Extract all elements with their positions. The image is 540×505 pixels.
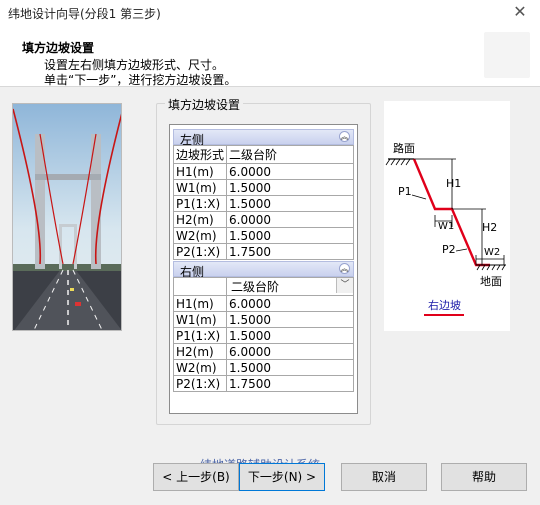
table-row[interactable]: P1(1:X) 1.5000 — [173, 327, 354, 344]
collapse-icon[interactable]: ︽ — [339, 131, 350, 142]
p1-label: P1 — [398, 185, 412, 198]
slope-form-dropdown[interactable]: 二级台阶 ﹀ — [226, 277, 354, 296]
h1-label: H1 — [446, 177, 461, 190]
table-row[interactable]: H2(m) 6.0000 — [172, 211, 354, 228]
slope-diagram: 路面 H1 H2 W1 W2 P1 P2 地面 右边坡 — [384, 101, 510, 331]
slope-form-label: 边坡形式 — [172, 145, 228, 164]
table-row[interactable]: 边坡形式 二级台阶 — [172, 145, 354, 164]
section-left[interactable]: 左侧 ︽ — [173, 129, 354, 147]
param-key: W2(m) — [173, 359, 227, 376]
param-value[interactable]: 1.5000 — [226, 359, 354, 376]
table-row[interactable]: H1(m) 6.0000 — [172, 163, 354, 180]
param-key: W1(m) — [173, 311, 227, 328]
param-key: H2(m) — [172, 211, 228, 228]
diagram-caption: 右边坡 — [428, 298, 461, 312]
left-table: 边坡形式 二级台阶 H1(m) 6.0000 W1(m) 1.5000 P1(1:X… — [172, 145, 354, 260]
param-key: H1(m) — [172, 163, 228, 180]
close-icon[interactable]: ✕ — [510, 2, 530, 21]
table-row[interactable]: P1(1:X) 1.5000 — [172, 195, 354, 212]
property-grid[interactable]: 左侧 ︽ 边坡形式 二级台阶 H1(m) 6.0000 W1(m) 1.5000 P… — [169, 124, 358, 414]
param-key: W1(m) — [172, 179, 228, 196]
param-value[interactable]: 6.0000 — [226, 163, 354, 180]
param-value[interactable]: 1.7500 — [226, 243, 354, 260]
window-title: 纬地设计向导(分段1 第三步) — [8, 7, 161, 21]
bridge-image — [12, 103, 122, 331]
wizard-header: 填方边坡设置 设置左右侧填方边坡形式、尺寸。 单击“下一步”，进行挖方边坡设置。 — [0, 26, 540, 87]
cancel-button[interactable]: 取消 — [341, 463, 427, 491]
w1-label: W1 — [438, 221, 454, 232]
step-title: 填方边坡设置 — [22, 41, 95, 55]
table-row[interactable]: W2(m) 1.5000 — [173, 359, 354, 376]
title-bar: 纬地设计向导(分段1 第三步) ✕ — [0, 0, 540, 26]
section-right[interactable]: 右侧 ︽ — [173, 261, 354, 279]
road-label: 路面 — [393, 142, 415, 155]
param-value[interactable]: 1.5000 — [226, 195, 354, 212]
param-key: H2(m) — [173, 343, 227, 360]
next-button[interactable]: 下一步(N) > — [239, 463, 325, 491]
table-row[interactable]: H2(m) 6.0000 — [173, 343, 354, 360]
table-row[interactable]: P2(1:X) 1.7500 — [173, 375, 354, 392]
groupbox-legend: 填方边坡设置 — [165, 96, 244, 113]
table-row[interactable]: 二级台阶 ﹀ — [173, 277, 354, 296]
param-value[interactable]: 1.7500 — [226, 375, 354, 392]
param-key: W2(m) — [172, 227, 228, 244]
w2-label: W2 — [484, 247, 500, 258]
table-row[interactable]: W1(m) 1.5000 — [172, 179, 354, 196]
table-row[interactable]: H1(m) 6.0000 — [173, 295, 354, 312]
param-value[interactable]: 6.0000 — [226, 211, 354, 228]
table-row[interactable]: P2(1:X) 1.7500 — [172, 243, 354, 260]
param-key: P2(1:X) — [173, 375, 227, 392]
table-row[interactable]: W2(m) 1.5000 — [172, 227, 354, 244]
param-value[interactable]: 6.0000 — [226, 343, 354, 360]
collapse-icon[interactable]: ︽ — [339, 263, 350, 274]
slope-form-value: 二级台阶 — [231, 280, 280, 294]
param-value[interactable]: 6.0000 — [226, 295, 354, 312]
param-value[interactable]: 1.5000 — [226, 327, 354, 344]
step-description-2: 单击“下一步”，进行挖方边坡设置。 — [44, 73, 237, 87]
param-key: P1(1:X) — [172, 195, 228, 212]
table-row[interactable]: W1(m) 1.5000 — [173, 311, 354, 328]
h2-label: H2 — [482, 221, 497, 234]
param-value[interactable]: 1.5000 — [226, 311, 354, 328]
param-value[interactable]: 1.5000 — [226, 227, 354, 244]
header-icon — [484, 32, 530, 78]
param-value[interactable]: 1.5000 — [226, 179, 354, 196]
ground-label: 地面 — [480, 275, 502, 288]
help-button[interactable]: 帮助 — [441, 463, 527, 491]
slope-form-label — [173, 277, 227, 296]
slope-form-value[interactable]: 二级台阶 — [226, 145, 354, 164]
param-key: P2(1:X) — [172, 243, 228, 260]
param-key: P1(1:X) — [173, 327, 227, 344]
chevron-down-icon[interactable]: ﹀ — [336, 278, 353, 293]
p2-label: P2 — [442, 243, 456, 256]
right-table: 二级台阶 ﹀ H1(m) 6.0000 W1(m) 1.5000 P1(1:X) 1.… — [173, 277, 354, 392]
back-button[interactable]: < 上一步(B) — [153, 463, 239, 491]
param-key: H1(m) — [173, 295, 227, 312]
